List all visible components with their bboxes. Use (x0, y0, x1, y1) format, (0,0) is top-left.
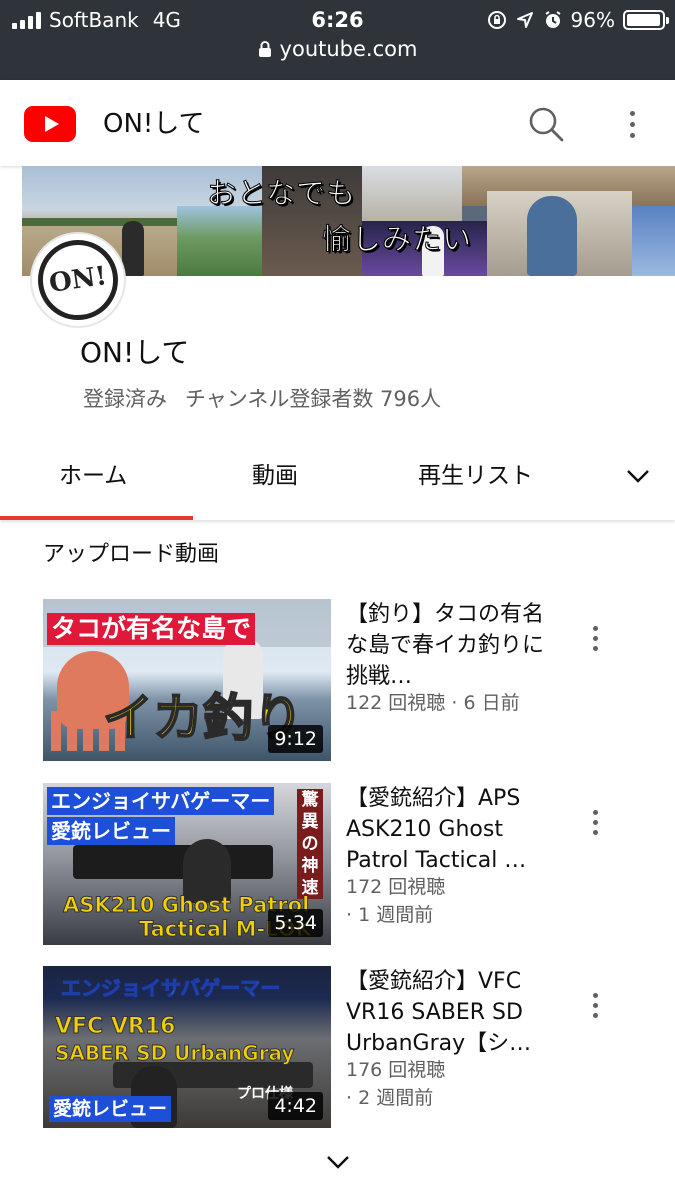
thumbnail-caption-main: VFC VR16 (54, 1014, 176, 1040)
video-title[interactable]: 【愛銃紹介】VFC VR16 SABER SD UrbanGray【シ… (346, 966, 556, 1059)
app-header: ON!して (0, 80, 675, 166)
video-duration: 9:12 (268, 725, 323, 753)
thumbnail-caption-top: エンジョイサバゲーマー (60, 976, 281, 1001)
video-item[interactable]: エンジョイサバゲーマー VFC VR16 SABER SD UrbanGray … (43, 966, 675, 1128)
header-title: ON!して (103, 109, 205, 139)
more-vert-icon[interactable] (614, 102, 650, 146)
avatar-logo: ON! (32, 234, 124, 326)
thumbnail-caption-side: 驚異の神速 (297, 789, 323, 899)
tab-videos[interactable]: 動画 (252, 456, 298, 496)
video-title[interactable]: 【釣り】タコの有名な島で春イカ釣りに挑戦… (346, 599, 556, 692)
youtube-logo-icon[interactable] (24, 106, 76, 142)
search-button[interactable] (524, 102, 568, 146)
url-text: youtube.com (279, 37, 418, 61)
battery-percent: 96% (570, 8, 615, 32)
battery-icon (623, 10, 669, 30)
subscribed-status[interactable]: 登録済み (83, 387, 167, 411)
tabs-more-button[interactable] (622, 458, 654, 494)
more-vert-icon[interactable] (585, 805, 605, 839)
alarm-icon (543, 10, 563, 30)
active-tab-indicator (0, 516, 193, 520)
section-title: アップロード動画 (43, 542, 220, 567)
video-item[interactable]: タコが有名な島で イカ釣り 9:12 【釣り】タコの有名な島で春イカ釣りに挑戦…… (43, 599, 675, 761)
view-count: 122 回視聴 (346, 692, 446, 714)
thumbnail-caption-sub: 愛銃レビュー (47, 817, 175, 845)
video-duration: 4:42 (268, 1092, 323, 1120)
channel-tabs: ホーム 動画 再生リスト (0, 432, 675, 520)
video-item[interactable]: エンジョイサバゲーマー 愛銃レビュー 驚異の神速 ASK210 Ghost Pa… (43, 783, 675, 945)
channel-name: ON!して (80, 336, 190, 369)
channel-avatar[interactable]: ON! (30, 232, 126, 328)
video-duration: 5:34 (268, 909, 323, 937)
address-bar[interactable]: youtube.com (0, 34, 675, 64)
video-meta: 122 回視聴 · 6 日前 (346, 689, 546, 717)
video-thumbnail[interactable]: エンジョイサバゲーマー VFC VR16 SABER SD UrbanGray … (43, 966, 331, 1128)
video-meta: 172 回視聴 · 1 週間前 (346, 873, 546, 929)
thumbnail-caption-top: タコが有名な島で (47, 613, 256, 645)
view-count: 172 回視聴 (346, 876, 446, 898)
tab-playlists[interactable]: 再生リスト (418, 456, 533, 496)
banner-text-line1: おとなでも (206, 176, 357, 211)
rotation-lock-icon (487, 10, 507, 30)
load-more-button[interactable] (322, 1148, 354, 1178)
battery-level (627, 14, 660, 26)
upload-age: · 2 週間前 (346, 1087, 434, 1109)
status-right: 96% (487, 6, 669, 34)
thumbnail-caption-sub: 愛銃レビュー (49, 1096, 172, 1122)
video-meta: 176 回視聴 · 2 週間前 (346, 1056, 546, 1112)
tab-home[interactable]: ホーム (59, 456, 127, 496)
channel-meta: 登録済み チャンネル登録者数 796人 (83, 382, 441, 416)
banner-text-line2: 愉しみたい (321, 222, 473, 257)
more-vert-icon[interactable] (585, 988, 605, 1022)
thumbnail-caption-top: エンジョイサバゲーマー (47, 787, 275, 815)
more-vert-icon[interactable] (585, 621, 605, 655)
view-count: 176 回視聴 (346, 1059, 446, 1081)
upload-age: · 6 日前 (451, 692, 520, 714)
subscriber-count: チャンネル登録者数 796人 (185, 387, 442, 411)
video-title[interactable]: 【愛銃紹介】APS ASK210 Ghost Patrol Tactical … (346, 783, 556, 876)
thumbnail-caption-main2: SABER SD UrbanGray (54, 1041, 295, 1066)
video-thumbnail[interactable]: エンジョイサバゲーマー 愛銃レビュー 驚異の神速 ASK210 Ghost Pa… (43, 783, 331, 945)
chevron-down-icon (627, 470, 649, 483)
upload-age: · 1 週間前 (346, 904, 434, 926)
lock-icon (258, 41, 271, 57)
video-thumbnail[interactable]: タコが有名な島で イカ釣り 9:12 (43, 599, 331, 761)
location-arrow-icon (515, 10, 535, 30)
search-icon (529, 107, 564, 142)
chevron-down-icon (327, 1156, 349, 1169)
status-bar: SoftBank 4G 6:26 96% youtube.com (0, 0, 675, 80)
